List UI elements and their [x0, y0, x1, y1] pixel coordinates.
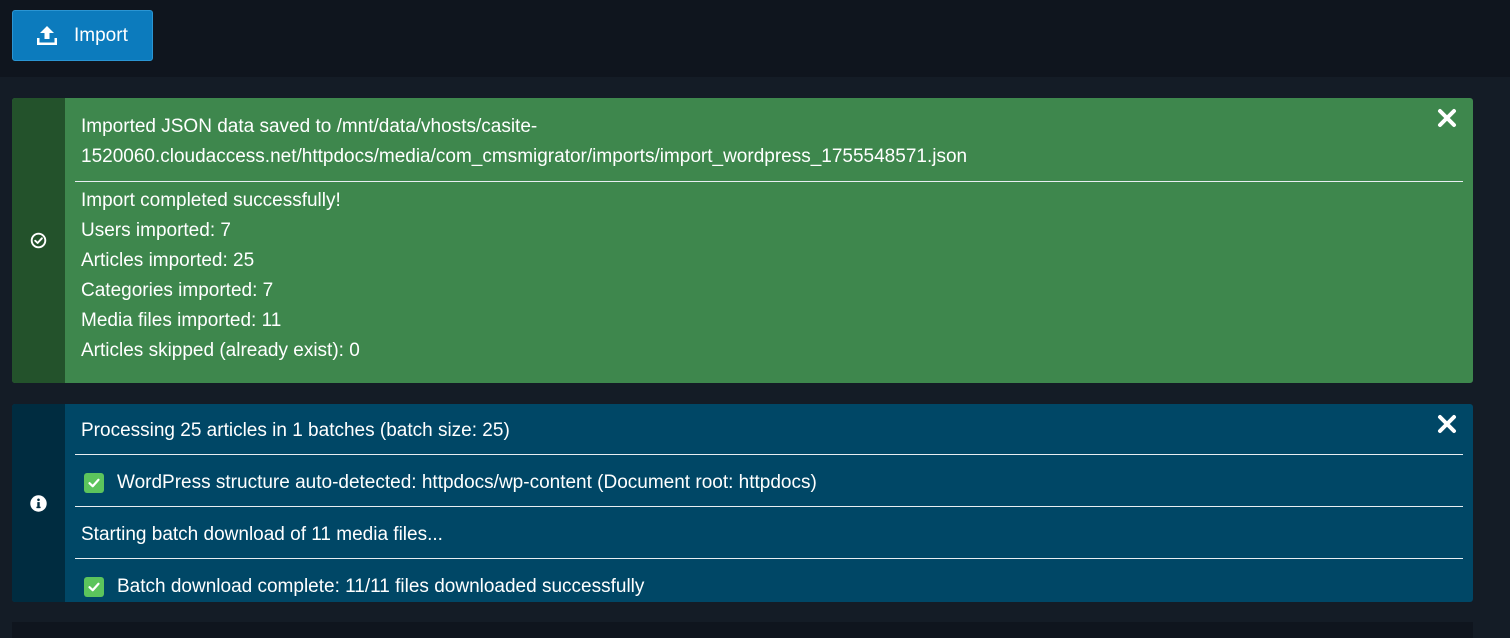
upload-icon — [35, 24, 59, 48]
summary-line: Articles imported: 25 — [81, 250, 255, 271]
info-message: Processing 25 articles in 1 batches (bat… — [75, 404, 1463, 454]
close-icon — [1437, 414, 1457, 444]
info-message: Starting batch download of 11 media file… — [75, 507, 1463, 558]
info-alert-sidebar — [12, 404, 65, 602]
summary-line: Categories imported: 7 — [81, 280, 274, 301]
check-circle-icon — [30, 232, 47, 249]
close-button[interactable] — [1436, 415, 1458, 440]
info-message-text: WordPress structure auto-detected: httpd… — [117, 472, 817, 493]
saved-path-line-2: 1520060.cloudaccess.net/httpdocs/media/c… — [81, 146, 968, 167]
info-message-text: Processing 25 articles in 1 batches (bat… — [81, 420, 510, 441]
info-message: WordPress structure auto-detected: httpd… — [75, 455, 1463, 506]
success-alert-body: Imported JSON data saved to /mnt/data/vh… — [65, 98, 1473, 383]
info-message-text: Batch download complete: 11/11 files dow… — [117, 576, 645, 597]
info-message: Batch download complete: 11/11 files dow… — [75, 559, 1463, 602]
import-button[interactable]: Import — [12, 10, 153, 61]
import-button-label: Import — [74, 24, 128, 46]
close-icon — [1437, 108, 1457, 138]
summary-line: Media files imported: 11 — [81, 310, 282, 331]
info-circle-icon — [30, 494, 47, 512]
import-summary: Import completed successfully! Users imp… — [75, 182, 1463, 366]
info-alert-body: Processing 25 articles in 1 batches (bat… — [65, 404, 1473, 602]
success-alert: Imported JSON data saved to /mnt/data/vh… — [12, 98, 1473, 383]
saved-path-line-1: Imported JSON data saved to /mnt/data/vh… — [81, 116, 538, 137]
close-button[interactable] — [1436, 109, 1458, 134]
import-saved-message: Imported JSON data saved to /mnt/data/vh… — [75, 98, 1463, 181]
toolbar: Import — [0, 0, 1510, 77]
check-mark-icon — [84, 577, 104, 597]
next-panel-edge — [12, 622, 1473, 638]
info-alert: Processing 25 articles in 1 batches (bat… — [12, 404, 1473, 602]
summary-line: Import completed successfully! — [81, 190, 341, 211]
summary-line: Articles skipped (already exist): 0 — [81, 340, 360, 361]
summary-line: Users imported: 7 — [81, 220, 231, 241]
info-message-text: Starting batch download of 11 media file… — [81, 524, 443, 545]
check-mark-icon — [84, 473, 104, 493]
success-alert-sidebar — [12, 98, 65, 383]
